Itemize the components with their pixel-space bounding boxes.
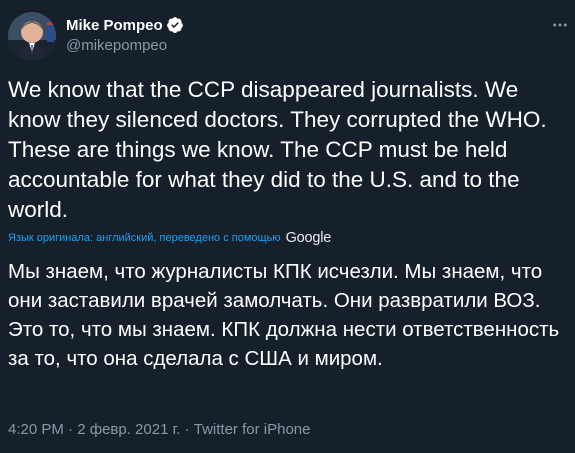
tweet-metadata: 4:20 PM · 2 февр. 2021 г. · Twitter for …: [8, 421, 310, 438]
author-display-name[interactable]: Mike Pompeo: [66, 17, 163, 34]
author-info: Mike Pompeo @mikepompeo: [66, 14, 184, 54]
translation-note-text[interactable]: Язык оригинала: английский, переведено с…: [8, 232, 281, 244]
profile-photo-icon: [8, 12, 56, 60]
tweet-card: Mike Pompeo @mikepompeo We know that the…: [0, 0, 575, 453]
tweet-date[interactable]: 2 февр. 2021 г.: [77, 421, 180, 438]
tweet-source[interactable]: Twitter for iPhone: [194, 421, 311, 438]
more-options-icon[interactable]: [549, 14, 571, 36]
tweet-translated-text: Мы знаем, что журналисты КПК исчезли. Мы…: [8, 260, 560, 370]
google-logo: Google: [285, 230, 332, 246]
tweet-time[interactable]: 4:20 PM: [8, 421, 64, 438]
tweet-original-text: We know that the CCP disappeared journal…: [8, 77, 547, 222]
translation-attribution[interactable]: Язык оригинала: английский, переведено с…: [8, 230, 331, 246]
name-row: Mike Pompeo: [66, 14, 184, 36]
meta-separator: ·: [63, 421, 78, 438]
meta-separator: ·: [180, 421, 194, 438]
avatar[interactable]: [8, 12, 56, 60]
author-handle[interactable]: @mikepompeo: [66, 37, 184, 54]
verified-badge-icon: [166, 17, 183, 33]
